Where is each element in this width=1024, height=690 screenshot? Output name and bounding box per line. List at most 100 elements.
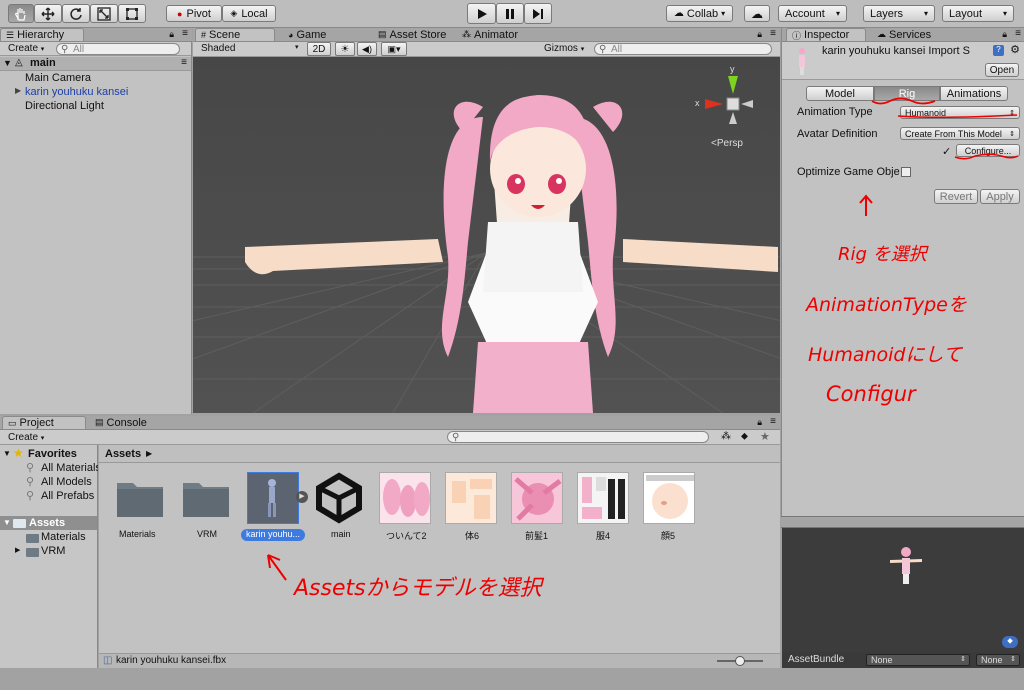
shading-dropdown[interactable]: Shaded ▾ <box>201 43 301 54</box>
zoom-slider[interactable] <box>717 656 763 666</box>
expand-model-icon[interactable]: ▶ <box>296 491 308 503</box>
effects-dropdown[interactable]: ▣▾ <box>381 42 407 56</box>
asset-label[interactable]: ついんて2 <box>386 529 427 542</box>
tag-icon[interactable]: ⬥ <box>1002 636 1018 648</box>
account-dropdown[interactable]: Account ▾ <box>778 5 847 22</box>
asset-label[interactable]: VRM <box>197 529 217 539</box>
favorites-heading[interactable]: Favorites <box>28 448 77 460</box>
pivot-button[interactable]: ● Pivot <box>166 5 222 22</box>
scene-orientation-gizmo[interactable]: y x <box>693 64 773 144</box>
texture-thumbnail[interactable] <box>445 472 497 524</box>
tab-animator[interactable]: ⁂ Animator <box>457 28 523 41</box>
asset-label[interactable]: Materials <box>119 529 156 539</box>
menu-icon[interactable]: ≡ <box>181 57 187 68</box>
tab-rig[interactable]: Rig <box>874 86 940 101</box>
expand-arrow-icon[interactable]: ▶ <box>15 86 21 95</box>
layout-dropdown[interactable]: Layout ▾ <box>942 5 1014 22</box>
cloud-button[interactable]: ☁ <box>744 5 770 22</box>
tree-folder-item[interactable]: Materials <box>41 531 86 543</box>
tab-services[interactable]: ☁ Services <box>872 28 936 41</box>
asset-variant-dropdown[interactable]: None ⇕ <box>976 654 1020 666</box>
model-preview[interactable]: ⬥ <box>782 528 1024 652</box>
move-tool-button[interactable] <box>34 4 62 23</box>
revert-button[interactable]: Revert <box>934 189 978 204</box>
lock-icon[interactable]: 🔒︎ <box>757 29 762 40</box>
tab-game[interactable]: ◕ Game <box>283 28 331 41</box>
filter-label-icon[interactable]: ⬥ <box>741 431 748 442</box>
scene-search-input[interactable]: ⚲ All <box>594 43 772 55</box>
assets-tree-row[interactable]: ▼ Assets <box>0 516 97 530</box>
lock-icon[interactable]: 🔒︎ <box>757 417 762 428</box>
audio-toggle[interactable]: ◀) <box>357 42 377 56</box>
list-item[interactable]: Main Camera <box>25 72 91 84</box>
expand-arrow-icon[interactable]: ▼ <box>3 449 11 458</box>
expand-arrow-icon[interactable]: ▼ <box>3 518 11 527</box>
persp-label[interactable]: <Persp <box>711 138 743 149</box>
filter-type-icon[interactable]: ⁂ <box>721 431 731 442</box>
local-button[interactable]: ◈ Local <box>222 5 276 22</box>
gear-icon[interactable]: ⚙ <box>1010 43 1020 56</box>
breadcrumb-assets[interactable]: Assets <box>105 448 141 460</box>
list-item[interactable]: karin youhuku kansei <box>25 86 128 98</box>
rect-tool-button[interactable] <box>118 4 146 23</box>
2d-toggle[interactable]: 2D <box>307 42 331 56</box>
pause-button[interactable] <box>496 3 524 24</box>
configure-button[interactable]: Configure... <box>956 144 1020 157</box>
asset-label[interactable]: main <box>331 529 351 539</box>
tab-asset-store[interactable]: ▤ Asset Store <box>373 28 451 41</box>
hand-tool-button[interactable] <box>8 4 34 23</box>
animation-type-dropdown[interactable]: Humanoid ⇕ <box>900 106 1020 119</box>
character-model[interactable] <box>193 57 780 413</box>
asset-bundle-dropdown[interactable]: None ⇕ <box>866 654 970 666</box>
asset-label[interactable]: 服4 <box>596 529 610 542</box>
expand-arrow-icon[interactable]: ▼ <box>3 58 12 68</box>
tab-console[interactable]: ▤ Console <box>90 416 152 429</box>
collab-button[interactable]: ☁ Collab ▾ <box>666 5 733 22</box>
model-asset-thumbnail[interactable] <box>247 472 299 524</box>
unity-logo-icon[interactable] <box>313 472 365 524</box>
layers-dropdown[interactable]: Layers ▾ <box>863 5 935 22</box>
scale-tool-button[interactable] <box>90 4 118 23</box>
apply-button[interactable]: Apply <box>980 189 1020 204</box>
zoom-slider-thumb[interactable] <box>735 656 745 666</box>
texture-thumbnail[interactable] <box>379 472 431 524</box>
project-search-input[interactable]: ⚲ <box>447 431 709 443</box>
tab-project[interactable]: ▭ Project <box>2 416 86 429</box>
scene-viewport[interactable]: y x <Persp <box>193 57 780 413</box>
gizmos-dropdown[interactable]: Gizmos ▾ <box>544 43 584 54</box>
step-button[interactable] <box>524 3 552 24</box>
project-create-button[interactable]: Create ▾ <box>8 432 44 443</box>
open-button[interactable]: Open <box>985 63 1019 77</box>
hierarchy-search-input[interactable]: ⚲ All <box>56 43 180 55</box>
optimize-game-objects-checkbox[interactable] <box>901 167 911 177</box>
favorite-item[interactable]: All Prefabs <box>41 490 94 502</box>
play-button[interactable] <box>467 3 496 24</box>
lighting-toggle[interactable]: ☀ <box>335 42 355 56</box>
asset-label-selected[interactable]: karin youhu... <box>241 529 305 541</box>
asset-label[interactable]: 顔5 <box>661 529 675 542</box>
menu-icon[interactable]: ≡ <box>1015 28 1021 39</box>
tab-animations[interactable]: Animations <box>940 86 1008 101</box>
tab-hierarchy[interactable]: ☰ Hierarchy <box>0 28 84 41</box>
hierarchy-create-button[interactable]: Create ▾ <box>8 43 44 54</box>
help-icon[interactable]: ? <box>993 45 1004 56</box>
star-icon[interactable]: ★ <box>760 430 770 443</box>
texture-thumbnail[interactable] <box>577 472 629 524</box>
preview-separator[interactable] <box>781 516 1024 528</box>
tree-folder-item[interactable]: VRM <box>41 545 65 557</box>
lock-icon[interactable]: 🔒︎ <box>169 29 174 40</box>
texture-thumbnail[interactable] <box>643 472 695 524</box>
texture-thumbnail[interactable] <box>511 472 563 524</box>
list-item[interactable]: Directional Light <box>25 100 104 112</box>
rotate-tool-button[interactable] <box>62 4 90 23</box>
expand-arrow-icon[interactable]: ▶ <box>15 546 20 554</box>
tab-scene[interactable]: # Scene <box>195 28 275 41</box>
scene-root-row[interactable]: ▼ ◬ main ≡ <box>0 57 191 71</box>
menu-icon[interactable]: ≡ <box>770 416 776 427</box>
folder-icon[interactable] <box>181 479 231 519</box>
menu-icon[interactable]: ≡ <box>182 28 188 39</box>
favorite-item[interactable]: All Models <box>41 476 92 488</box>
tab-inspector[interactable]: ⓘ Inspector <box>786 28 866 41</box>
folder-icon[interactable] <box>115 479 165 519</box>
tab-model[interactable]: Model <box>806 86 874 101</box>
